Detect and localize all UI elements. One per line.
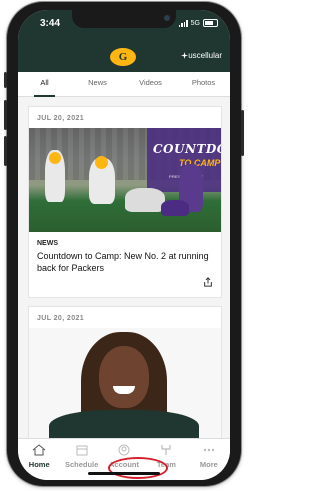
card-date: JUL 20, 2021 xyxy=(37,115,85,122)
volume-down-button xyxy=(4,136,7,166)
player-jersey xyxy=(49,410,199,438)
power-button xyxy=(241,110,244,156)
card-date: JUL 20, 2021 xyxy=(37,315,85,322)
home-icon xyxy=(32,444,46,456)
tab-news[interactable]: News xyxy=(71,72,124,96)
camera-icon xyxy=(164,15,170,21)
player-helmet xyxy=(49,152,61,164)
news-card[interactable]: JUL 20, 2021 xyxy=(28,306,222,438)
packers-logo[interactable]: G xyxy=(110,48,136,66)
sponsor-text: uscellular xyxy=(188,51,222,60)
calendar-icon xyxy=(76,445,88,456)
volume-up-button xyxy=(4,100,7,130)
tab-photos[interactable]: Photos xyxy=(177,72,230,96)
mute-switch xyxy=(4,72,7,88)
app-header: 3:44 5G G uscellular xyxy=(18,10,230,72)
card-category: NEWS xyxy=(37,240,58,247)
home-indicator[interactable] xyxy=(88,472,160,475)
more-icon xyxy=(203,448,215,452)
player-helmet xyxy=(95,156,108,169)
player-figure xyxy=(125,188,165,212)
app-screen: 3:44 5G G uscellular All News Videos Pho… xyxy=(18,10,230,480)
card-photo: COUNTDOWN TO CAMP PRESENTED BY xyxy=(29,128,221,232)
signal-icon xyxy=(178,19,188,27)
notch xyxy=(72,10,176,28)
news-card[interactable]: JUL 20, 2021 COUNTDOWN TO CAMP PRESENTED… xyxy=(28,106,222,298)
card-headline[interactable]: Countdown to Camp: New No. 2 at running … xyxy=(29,247,221,274)
nav-more-label: More xyxy=(199,460,218,469)
tab-all[interactable]: All xyxy=(18,72,71,97)
nav-home[interactable]: Home xyxy=(18,439,60,480)
nav-home-label: Home xyxy=(28,460,50,469)
status-indicators: 5G xyxy=(178,19,218,27)
sponsor-logo[interactable]: uscellular xyxy=(181,51,222,60)
share-icon[interactable] xyxy=(203,277,213,287)
news-feed[interactable]: JUL 20, 2021 COUNTDOWN TO CAMP PRESENTED… xyxy=(18,96,230,438)
tab-videos[interactable]: Videos xyxy=(124,72,177,96)
battery-icon xyxy=(203,19,218,27)
player-figure xyxy=(161,200,189,216)
logo-letter: G xyxy=(118,51,128,63)
goalpost-icon xyxy=(161,445,172,455)
content-tabs: All News Videos Photos xyxy=(18,72,230,97)
player-face xyxy=(99,346,149,408)
account-highlight-circle xyxy=(108,457,168,479)
card-photo xyxy=(29,328,221,438)
account-icon xyxy=(118,444,130,456)
nav-schedule-label: Schedule xyxy=(64,460,99,469)
nav-more[interactable]: More xyxy=(188,439,230,480)
status-time: 3:44 xyxy=(40,18,61,29)
promo-title: COUNTDOWN xyxy=(153,142,221,156)
network-type: 5G xyxy=(190,19,200,27)
